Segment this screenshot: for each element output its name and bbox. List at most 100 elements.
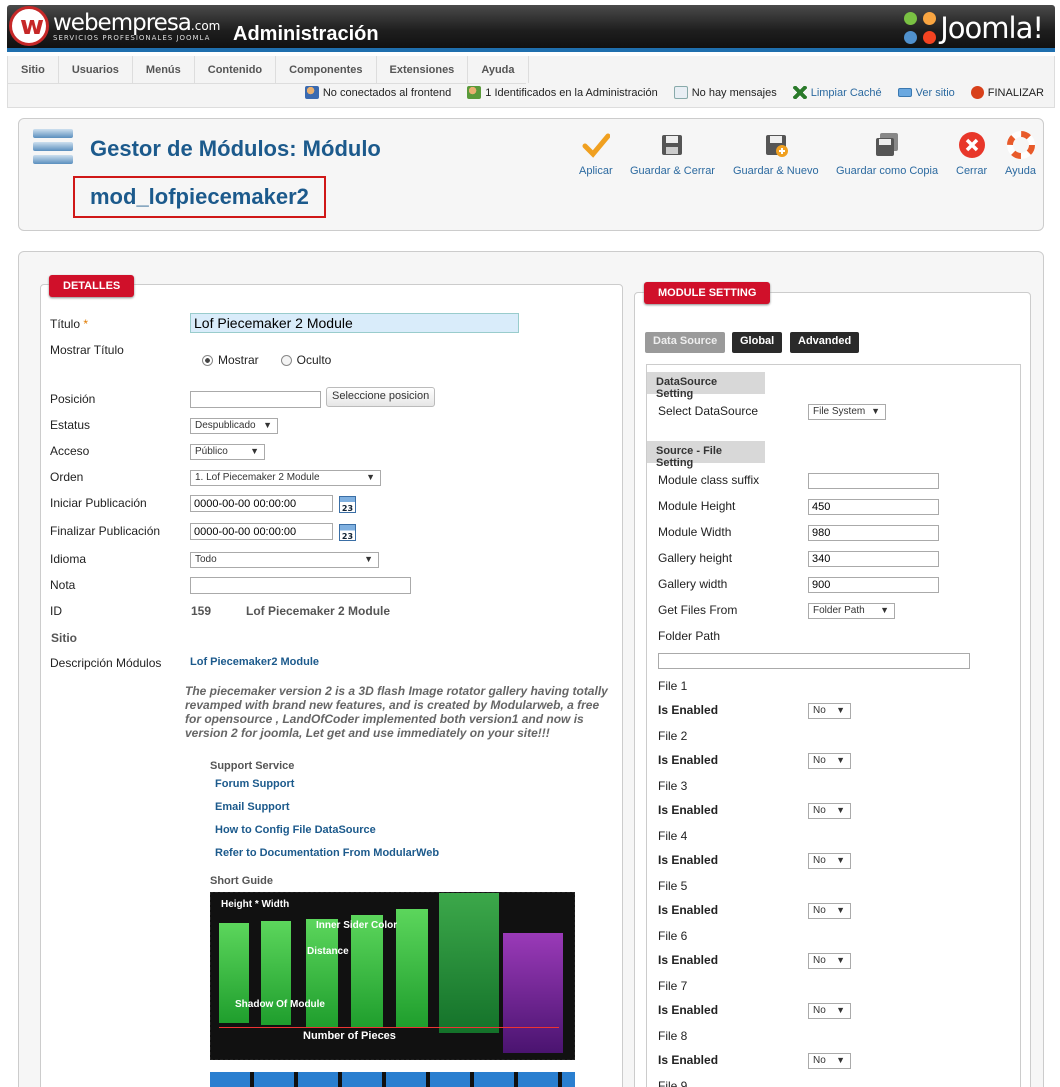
gallery-width-input[interactable] (808, 577, 939, 593)
calendar-icon[interactable]: 23 (339, 496, 356, 513)
file-2-enabled-select[interactable]: No (808, 753, 851, 769)
close-icon (958, 131, 986, 159)
admin-title: Administración (233, 23, 379, 45)
tab-advanced[interactable]: Advanded (790, 332, 860, 353)
file-5-enabled-select[interactable]: No (808, 903, 851, 919)
file-3-enabled-label: Is Enabled (658, 803, 719, 817)
short-guide-image: Height * Width Inner Sider Color Distanc… (210, 892, 575, 1060)
title-input[interactable] (190, 313, 519, 333)
apply-button[interactable]: Aplicar (579, 131, 613, 177)
radio-empty-icon (280, 354, 292, 366)
save-new-button[interactable]: Guardar & Nuevo (733, 131, 819, 177)
logout-text: FINALIZAR (987, 86, 1044, 99)
status-frontend-text: No conectados al frontend (322, 86, 452, 99)
id-label: ID (50, 604, 62, 618)
files-from-select[interactable]: Folder Path (808, 603, 895, 619)
module-width-label: Module Width (658, 525, 732, 539)
close-button[interactable]: Cerrar (956, 131, 987, 177)
file-2-enabled-label: Is Enabled (658, 753, 719, 767)
email-support-link[interactable]: Email Support (215, 801, 290, 813)
documentation-link[interactable]: Refer to Documentation From ModularWeb (215, 847, 439, 859)
file-8-enabled-select[interactable]: No (808, 1053, 851, 1069)
guide-inner-color: Inner Sider Color (316, 920, 398, 931)
close-label: Cerrar (956, 165, 988, 177)
id-value: 159 (191, 604, 212, 618)
help-label: Ayuda (1005, 165, 1036, 177)
id-module-name: Lof Piecemaker 2 Module (246, 604, 391, 618)
datasource-select[interactable]: File System (808, 404, 886, 420)
status-select[interactable]: Despublicado (190, 418, 278, 434)
file-7-enabled-select[interactable]: No (808, 1003, 851, 1019)
joomla-mark-icon (904, 12, 937, 44)
gallery-height-input[interactable] (808, 551, 939, 567)
select-position-button[interactable]: Seleccione posicion (326, 387, 436, 407)
note-input[interactable] (190, 577, 411, 594)
module-height-input[interactable] (808, 499, 939, 515)
joomla-wordmark: Joomla! (940, 11, 1044, 45)
forum-support-link[interactable]: Forum Support (215, 778, 294, 790)
logout-link[interactable]: FINALIZAR (970, 86, 1044, 99)
tab-global[interactable]: Global (732, 332, 783, 353)
calendar-icon[interactable]: 23 (339, 524, 356, 541)
lifebuoy-icon (1006, 131, 1035, 159)
help-button[interactable]: Ayuda (1005, 131, 1036, 177)
note-label: Nota (50, 578, 76, 592)
file-1-enabled-select[interactable]: No (808, 703, 851, 719)
position-label: Posición (50, 392, 96, 406)
status-messages-text: No hay mensajes (691, 86, 777, 99)
menu-item-ayuda[interactable]: Ayuda (468, 56, 529, 83)
show-radio[interactable]: Mostrar (202, 353, 259, 367)
messages-icon (673, 86, 688, 99)
finish-publish-input[interactable] (190, 523, 333, 540)
title-label: Título * (50, 317, 88, 331)
select-datasource-label: Select DataSource (658, 404, 759, 418)
access-select[interactable]: Público (190, 444, 265, 460)
position-input[interactable] (190, 391, 321, 408)
menu-item-componentes[interactable]: Componentes (276, 56, 377, 83)
file-7-enabled-label: Is Enabled (658, 1003, 719, 1017)
file-5-enabled-label: Is Enabled (658, 903, 719, 917)
source-file-heading: Source - File Setting (647, 441, 765, 469)
save-close-label: Guardar & Cerrar (630, 165, 715, 177)
main-menu: Sitio Usuarios Menús Contenido Component… (8, 56, 529, 84)
menu-item-sitio[interactable]: Sitio (8, 56, 59, 83)
status-label: Estatus (50, 418, 91, 432)
module-width-input[interactable] (808, 525, 939, 541)
status-messages: No hay mensajes (673, 86, 777, 99)
start-publish-input[interactable] (190, 495, 333, 512)
save-copy-button[interactable]: Guardar como Copia (836, 131, 938, 177)
config-datasource-link[interactable]: How to Config File DataSource (215, 824, 376, 836)
menu-item-extensiones[interactable]: Extensiones (377, 56, 469, 83)
class-suffix-input[interactable] (808, 473, 939, 489)
webempresa-logo[interactable]: webempresa.com SERVICIOS PROFESIONALES J… (9, 6, 220, 46)
menu-item-menus[interactable]: Menús (133, 56, 195, 83)
module-manager-icon (33, 129, 73, 171)
joomla-logo: Joomla! (904, 11, 1044, 45)
save-close-button[interactable]: Guardar & Cerrar (630, 131, 715, 177)
broom-icon (792, 86, 807, 99)
language-select[interactable]: Todo (190, 552, 379, 568)
file-6-enabled-select[interactable]: No (808, 953, 851, 969)
show-option-text: Mostrar (218, 353, 259, 367)
file-4-enabled-select[interactable]: No (808, 853, 851, 869)
view-site-link[interactable]: Ver sitio (897, 86, 955, 99)
page-title: Gestor de Módulos: Módulo (90, 136, 381, 161)
menu-item-contenido[interactable]: Contenido (195, 56, 277, 83)
menu-item-usuarios[interactable]: Usuarios (59, 56, 133, 83)
folder-path-input[interactable] (658, 653, 970, 669)
status-admin: 1 Identificados en la Administración (467, 86, 658, 99)
tab-data-source[interactable]: Data Source (645, 332, 726, 353)
apply-label: Aplicar (579, 165, 613, 177)
clear-cache-link[interactable]: Limpiar Caché (792, 86, 882, 99)
file-3-enabled-select[interactable]: No (808, 803, 851, 819)
order-select[interactable]: 1. Lof Piecemaker 2 Module (190, 470, 381, 486)
files-from-label: Get Files From (658, 603, 738, 617)
file-3-label: File 3 (658, 779, 688, 793)
clear-cache-text: Limpiar Caché (810, 86, 882, 99)
hide-radio[interactable]: Oculto (280, 353, 331, 367)
guide-distance: Distance (307, 946, 349, 957)
status-admin-text: 1 Identificados en la Administración (485, 86, 658, 99)
order-label: Orden (50, 470, 84, 484)
description-link[interactable]: Lof Piecemaker2 Module (190, 656, 319, 668)
details-legend: DETALLES (49, 275, 135, 297)
